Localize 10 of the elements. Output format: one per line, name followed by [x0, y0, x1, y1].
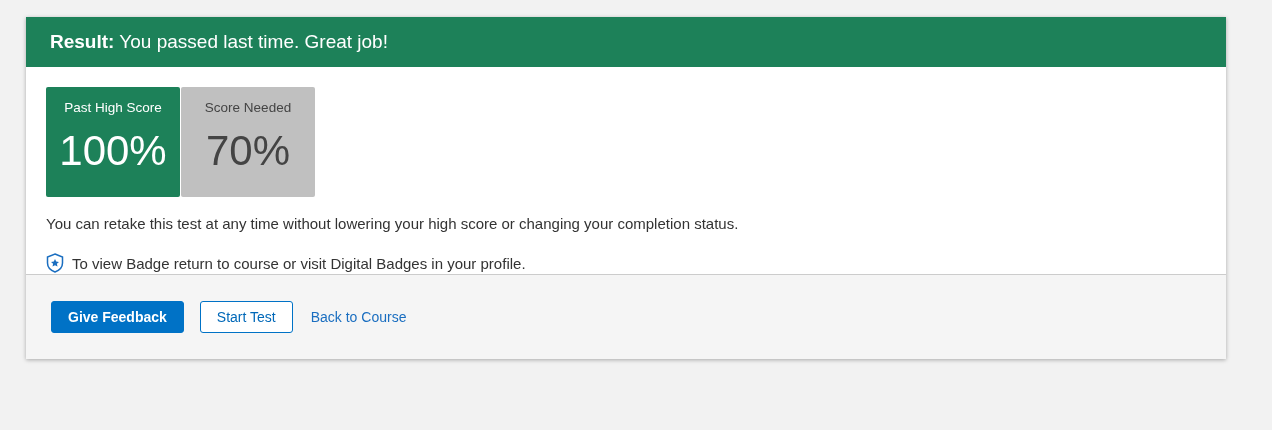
- start-test-button[interactable]: Start Test: [199, 301, 293, 333]
- feedback-button[interactable]: Give Feedback: [51, 301, 184, 333]
- result-banner: Result: You passed last time. Great job!: [26, 17, 1226, 67]
- score-value: 70%: [205, 127, 291, 175]
- badge-note: To view Badge return to course or visit Digital Badges in your profile.: [72, 254, 526, 272]
- back-link[interactable]: Back to Course: [308, 301, 409, 333]
- score-label: Past High Score: [64, 100, 162, 115]
- score-label: Score Needed: [204, 100, 292, 115]
- score-value: 100%: [59, 127, 167, 175]
- retake-note: You can retake this test at any time without lowering your high score or changing your completion status.: [46, 215, 739, 232]
